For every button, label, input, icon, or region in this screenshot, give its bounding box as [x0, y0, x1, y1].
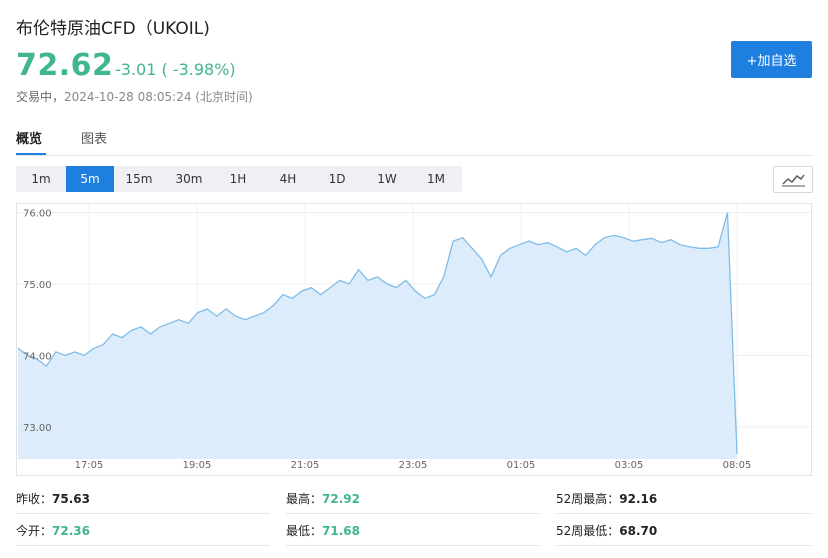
stat-label: 今开：: [16, 524, 53, 538]
timezone-label: (北京时间): [195, 90, 253, 104]
divider: [556, 513, 812, 514]
stat-52w-high: 52周最高：92.16: [556, 490, 657, 507]
last-price: 72.62: [16, 48, 114, 83]
range-5m-button[interactable]: 5m: [66, 166, 114, 192]
price-change: -3.01 ( -3.98%): [115, 60, 236, 79]
y-tick-label: 73.00: [23, 423, 52, 434]
y-tick-label: 74.00: [23, 351, 52, 362]
line-chart-icon: [782, 174, 805, 187]
stat-prev-close: 昨收：75.63: [16, 490, 90, 507]
x-tick-label: 19:05: [183, 460, 212, 471]
x-tick-label: 03:05: [615, 460, 644, 471]
divider: [16, 513, 270, 514]
range-4h-button[interactable]: 4H: [264, 166, 312, 192]
instrument-title: 布伦特原油CFD（UKOIL): [16, 19, 210, 39]
divider: [286, 545, 540, 546]
add-watchlist-button[interactable]: +加自选: [731, 41, 812, 78]
stat-label: 最高：: [286, 492, 323, 506]
trading-status: 交易中，2024-10-28 08:05:24 (北京时间): [16, 88, 253, 105]
stat-label: 最低：: [286, 524, 323, 538]
range-1h-button[interactable]: 1H: [214, 166, 262, 192]
stat-value: 72.36: [52, 524, 90, 538]
x-tick-label: 23:05: [399, 460, 428, 471]
x-tick-label: 01:05: [507, 460, 536, 471]
divider: [556, 545, 812, 546]
stat-label: 52周最高：: [556, 492, 620, 506]
stat-open: 今开：72.36: [16, 522, 90, 539]
stat-low: 最低：71.68: [286, 522, 360, 539]
y-tick-label: 76.00: [23, 209, 52, 220]
range-1m-button[interactable]: 1m: [17, 166, 65, 192]
range-1mo-button[interactable]: 1M: [412, 166, 460, 192]
price-chart-svg: 76.00 75.00 74.00 73.00 17:05 19:05 21:05 23:05…: [17, 204, 811, 471]
range-15m-button[interactable]: 15m: [115, 166, 163, 192]
status-label: 交易中，: [16, 90, 65, 104]
area-fill: [18, 212, 737, 459]
stat-high: 最高：72.92: [286, 490, 360, 507]
active-tab-indicator: [16, 153, 46, 155]
stat-value: 68.70: [619, 524, 658, 538]
stat-label: 昨收：: [16, 492, 53, 506]
stat-label: 52周最低：: [556, 524, 620, 538]
divider: [16, 545, 270, 546]
stat-52w-low: 52周最低：68.70: [556, 522, 657, 539]
x-tick-label: 08:05: [723, 460, 752, 471]
y-tick-label: 75.00: [23, 280, 52, 291]
x-tick-label: 21:05: [291, 460, 320, 471]
time-range-selector: 1m 5m 15m 30m 1H 4H 1D 1W 1M: [16, 166, 462, 192]
stat-value: 72.92: [322, 492, 360, 506]
price-chart[interactable]: 76.00 75.00 74.00 73.00 17:05 19:05 21:05 23:05…: [16, 203, 812, 476]
range-30m-button[interactable]: 30m: [165, 166, 213, 192]
x-tick-label: 17:05: [75, 460, 104, 471]
range-1d-button[interactable]: 1D: [313, 166, 361, 192]
chart-type-button[interactable]: [773, 166, 813, 193]
stat-value: 75.63: [52, 492, 90, 506]
tab-overview[interactable]: 概览: [16, 128, 42, 156]
stat-value: 71.68: [322, 524, 360, 538]
range-1w-button[interactable]: 1W: [363, 166, 411, 192]
tab-chart[interactable]: 图表: [81, 128, 107, 156]
tab-divider: [16, 155, 812, 156]
divider: [286, 513, 540, 514]
stat-value: 92.16: [619, 492, 658, 506]
timestamp: 2024-10-28 08:05:24: [64, 90, 192, 104]
